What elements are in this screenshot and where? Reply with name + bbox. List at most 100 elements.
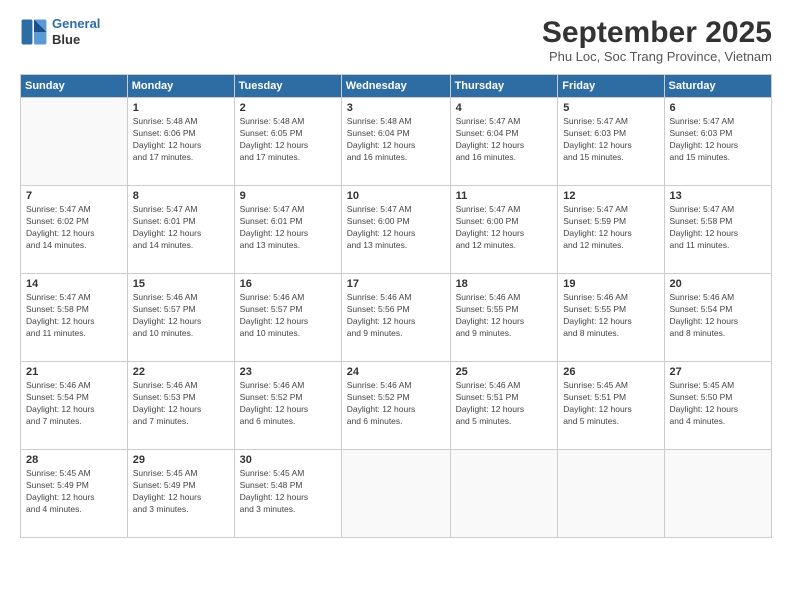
cell-day-number: 15 — [133, 278, 229, 290]
day-header-friday: Friday — [558, 75, 664, 98]
cell-sun-info: Sunrise: 5:47 AMSunset: 6:03 PMDaylight:… — [670, 116, 766, 164]
day-header-wednesday: Wednesday — [341, 75, 450, 98]
calendar-cell: 12 Sunrise: 5:47 AMSunset: 5:59 PMDayligh… — [558, 186, 664, 274]
cell-day-number: 7 — [26, 190, 122, 202]
calendar-cell: 5 Sunrise: 5:47 AMSunset: 6:03 PMDaylight… — [558, 98, 664, 186]
calendar-cell: 18Sunrise: 5:46 AMSunset: 5:55 PMDayligh… — [450, 274, 558, 362]
cell-day-number: 1 — [133, 102, 229, 114]
cell-sun-info: Sunrise: 5:46 AMSunset: 5:52 PMDaylight:… — [240, 380, 336, 428]
cell-sun-info: Sunrise: 5:46 AMSunset: 5:53 PMDaylight:… — [133, 380, 229, 428]
calendar-week-row: 7 Sunrise: 5:47 AMSunset: 6:02 PMDaylight… — [21, 186, 772, 274]
calendar-cell: 9Sunrise: 5:47 AMSunset: 6:01 PMDaylight… — [234, 186, 341, 274]
cell-sun-info: Sunrise: 5:47 AMSunset: 6:02 PMDaylight:… — [26, 204, 122, 252]
cell-day-number: 12 — [563, 190, 658, 202]
day-header-saturday: Saturday — [664, 75, 771, 98]
cell-sun-info: Sunrise: 5:46 AMSunset: 5:57 PMDaylight:… — [133, 292, 229, 340]
cell-day-number: 27 — [670, 366, 766, 378]
calendar-cell: 28 Sunrise: 5:45 AMSunset: 5:49 PMDayligh… — [21, 450, 128, 538]
cell-day-number: 16 — [240, 278, 336, 290]
calendar-cell: 22 Sunrise: 5:46 AMSunset: 5:53 PMDayligh… — [127, 362, 234, 450]
calendar-cell: 30Sunrise: 5:45 AMSunset: 5:48 PMDayligh… — [234, 450, 341, 538]
day-header-thursday: Thursday — [450, 75, 558, 98]
cell-day-number: 22 — [133, 366, 229, 378]
cell-sun-info: Sunrise: 5:47 AMSunset: 6:00 PMDaylight:… — [347, 204, 445, 252]
cell-sun-info: Sunrise: 5:45 AMSunset: 5:49 PMDaylight:… — [26, 468, 122, 516]
cell-day-number: 10 — [347, 190, 445, 202]
cell-sun-info: Sunrise: 5:45 AMSunset: 5:49 PMDaylight:… — [133, 468, 229, 516]
cell-sun-info: Sunrise: 5:47 AMSunset: 6:01 PMDaylight:… — [133, 204, 229, 252]
calendar-cell: 15 Sunrise: 5:46 AMSunset: 5:57 PMDayligh… — [127, 274, 234, 362]
cell-day-number: 6 — [670, 102, 766, 114]
cell-sun-info: Sunrise: 5:47 AMSunset: 6:01 PMDaylight:… — [240, 204, 336, 252]
header: General Blue September 2025 Phu Loc, Soc… — [20, 16, 772, 64]
cell-sun-info: Sunrise: 5:48 AMSunset: 6:06 PMDaylight:… — [133, 116, 229, 164]
cell-sun-info: Sunrise: 5:47 AMSunset: 5:58 PMDaylight:… — [26, 292, 122, 340]
cell-sun-info: Sunrise: 5:46 AMSunset: 5:54 PMDaylight:… — [670, 292, 766, 340]
cell-day-number: 14 — [26, 278, 122, 290]
cell-day-number: 26 — [563, 366, 658, 378]
cell-sun-info: Sunrise: 5:46 AMSunset: 5:55 PMDaylight:… — [563, 292, 658, 340]
calendar-title: September 2025 — [542, 16, 772, 49]
calendar-cell: 4 Sunrise: 5:47 AMSunset: 6:04 PMDaylight… — [450, 98, 558, 186]
cell-day-number: 17 — [347, 278, 445, 290]
cell-day-number: 19 — [563, 278, 658, 290]
calendar-week-row: 21 Sunrise: 5:46 AMSunset: 5:54 PMDayligh… — [21, 362, 772, 450]
cell-sun-info: Sunrise: 5:46 AMSunset: 5:51 PMDaylight:… — [456, 380, 553, 428]
cell-day-number: 25 — [456, 366, 553, 378]
calendar-cell: 10 Sunrise: 5:47 AMSunset: 6:00 PMDayligh… — [341, 186, 450, 274]
cell-day-number: 4 — [456, 102, 553, 114]
cell-sun-info: Sunrise: 5:47 AMSunset: 5:59 PMDaylight:… — [563, 204, 658, 252]
calendar-cell: 2 Sunrise: 5:48 AMSunset: 6:05 PMDaylight… — [234, 98, 341, 186]
cell-sun-info: Sunrise: 5:46 AMSunset: 5:57 PMDaylight:… — [240, 292, 336, 340]
calendar-week-row: 28 Sunrise: 5:45 AMSunset: 5:49 PMDayligh… — [21, 450, 772, 538]
logo: General Blue — [20, 16, 100, 47]
calendar-cell: 24 Sunrise: 5:46 AMSunset: 5:52 PMDayligh… — [341, 362, 450, 450]
cell-day-number: 23 — [240, 366, 336, 378]
cell-day-number: 11 — [456, 190, 553, 202]
cell-sun-info: Sunrise: 5:47 AMSunset: 6:04 PMDaylight:… — [456, 116, 553, 164]
cell-day-number: 13 — [670, 190, 766, 202]
cell-sun-info: Sunrise: 5:47 AMSunset: 5:58 PMDaylight:… — [670, 204, 766, 252]
cell-sun-info: Sunrise: 5:47 AMSunset: 6:03 PMDaylight:… — [563, 116, 658, 164]
calendar-cell: 8 Sunrise: 5:47 AMSunset: 6:01 PMDaylight… — [127, 186, 234, 274]
day-header-sunday: Sunday — [21, 75, 128, 98]
calendar-cell: 3Sunrise: 5:48 AMSunset: 6:04 PMDaylight… — [341, 98, 450, 186]
calendar-subtitle: Phu Loc, Soc Trang Province, Vietnam — [542, 49, 772, 64]
calendar-cell: 7 Sunrise: 5:47 AMSunset: 6:02 PMDaylight… — [21, 186, 128, 274]
calendar-cell: 21 Sunrise: 5:46 AMSunset: 5:54 PMDayligh… — [21, 362, 128, 450]
calendar-header-row: SundayMondayTuesdayWednesdayThursdayFrid… — [21, 75, 772, 98]
cell-day-number: 21 — [26, 366, 122, 378]
calendar-cell: 29 Sunrise: 5:45 AMSunset: 5:49 PMDayligh… — [127, 450, 234, 538]
calendar-cell: 26 Sunrise: 5:45 AMSunset: 5:51 PMDayligh… — [558, 362, 664, 450]
cell-sun-info: Sunrise: 5:48 AMSunset: 6:05 PMDaylight:… — [240, 116, 336, 164]
calendar-week-row: 14 Sunrise: 5:47 AMSunset: 5:58 PMDayligh… — [21, 274, 772, 362]
calendar-cell: 17Sunrise: 5:46 AMSunset: 5:56 PMDayligh… — [341, 274, 450, 362]
calendar-cell: 13 Sunrise: 5:47 AMSunset: 5:58 PMDayligh… — [664, 186, 771, 274]
day-header-tuesday: Tuesday — [234, 75, 341, 98]
cell-sun-info: Sunrise: 5:46 AMSunset: 5:52 PMDaylight:… — [347, 380, 445, 428]
calendar-cell: 1 Sunrise: 5:48 AMSunset: 6:06 PMDaylight… — [127, 98, 234, 186]
calendar-cell — [558, 450, 664, 538]
calendar-cell: 19 Sunrise: 5:46 AMSunset: 5:55 PMDayligh… — [558, 274, 664, 362]
page: General Blue September 2025 Phu Loc, Soc… — [0, 0, 792, 612]
cell-day-number: 3 — [347, 102, 445, 114]
cell-sun-info: Sunrise: 5:45 AMSunset: 5:51 PMDaylight:… — [563, 380, 658, 428]
calendar-week-row: 1 Sunrise: 5:48 AMSunset: 6:06 PMDaylight… — [21, 98, 772, 186]
cell-day-number: 28 — [26, 454, 122, 466]
day-header-monday: Monday — [127, 75, 234, 98]
calendar-cell: 27Sunrise: 5:45 AMSunset: 5:50 PMDayligh… — [664, 362, 771, 450]
calendar-cell: 14 Sunrise: 5:47 AMSunset: 5:58 PMDayligh… — [21, 274, 128, 362]
cell-day-number: 5 — [563, 102, 658, 114]
calendar-cell — [21, 98, 128, 186]
cell-day-number: 2 — [240, 102, 336, 114]
cell-day-number: 29 — [133, 454, 229, 466]
cell-day-number: 8 — [133, 190, 229, 202]
cell-day-number: 24 — [347, 366, 445, 378]
calendar-cell: 16 Sunrise: 5:46 AMSunset: 5:57 PMDayligh… — [234, 274, 341, 362]
calendar-cell — [341, 450, 450, 538]
cell-day-number: 20 — [670, 278, 766, 290]
calendar-cell — [664, 450, 771, 538]
cell-sun-info: Sunrise: 5:46 AMSunset: 5:55 PMDaylight:… — [456, 292, 553, 340]
cell-sun-info: Sunrise: 5:46 AMSunset: 5:54 PMDaylight:… — [26, 380, 122, 428]
cell-sun-info: Sunrise: 5:47 AMSunset: 6:00 PMDaylight:… — [456, 204, 553, 252]
